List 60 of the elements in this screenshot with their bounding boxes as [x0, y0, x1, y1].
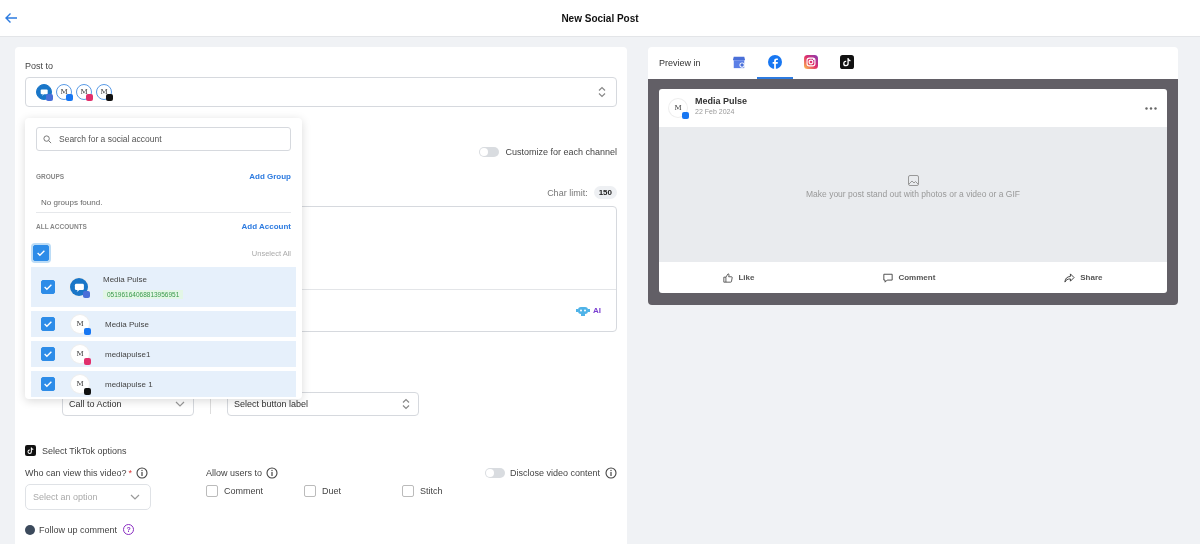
- thumbs-up-icon: [723, 272, 734, 283]
- post-action-button[interactable]: Share: [1062, 270, 1105, 285]
- add-account-link[interactable]: Add Account: [241, 222, 291, 231]
- checkbox[interactable]: [41, 317, 55, 331]
- empty-message: No groups found.: [41, 198, 104, 207]
- back-arrow-icon[interactable]: [4, 12, 18, 24]
- field-label: Allow users to: [206, 468, 263, 478]
- checkbox-label: Duet: [322, 486, 341, 496]
- account-avatar: [70, 278, 88, 296]
- post-action-button[interactable]: Like: [721, 270, 757, 285]
- chevron-down-icon: [130, 494, 140, 500]
- media-placeholder: Make your post stand out with photos or a video or a GIF: [806, 189, 1020, 199]
- add-group-link[interactable]: Add Group: [249, 172, 291, 181]
- account-avatar: [36, 84, 52, 100]
- account-name: mediapulse1: [105, 349, 151, 359]
- checkbox[interactable]: [206, 485, 218, 497]
- account-name: mediapulse 1: [105, 379, 153, 389]
- info-icon: [136, 467, 149, 479]
- toggle-label: Customize for each channel: [505, 147, 617, 157]
- char-limit-count: 150: [593, 186, 617, 199]
- toggle-label: Disclose video content: [509, 468, 600, 478]
- field-label: Post to: [25, 61, 54, 71]
- toggle-switch[interactable]: [484, 468, 505, 478]
- checkbox[interactable]: [402, 485, 414, 497]
- instagram-icon: [803, 55, 818, 69]
- checkbox-label: Comment: [224, 486, 263, 496]
- comment-icon: [883, 272, 894, 283]
- toggle-switch[interactable]: [479, 147, 500, 157]
- checkbox-label: Stitch: [420, 486, 443, 496]
- page-title: New Social Post: [561, 12, 639, 24]
- info-icon: [605, 467, 617, 479]
- section-title: Select TikTok options: [42, 445, 127, 456]
- robot-icon: [576, 304, 590, 317]
- checkbox[interactable]: [41, 377, 55, 391]
- tiktok-icon: [25, 445, 36, 456]
- required-mark: *: [128, 468, 133, 478]
- account-name: Media Pulse: [105, 319, 150, 329]
- chevron-down-icon: [175, 401, 185, 407]
- char-limit-label: Char limit:: [547, 187, 588, 198]
- caret-icon: [402, 398, 410, 410]
- field-label: Who can view this video?: [25, 468, 127, 478]
- tiktok-icon: [839, 55, 854, 69]
- checkbox[interactable]: [41, 347, 55, 361]
- search-field[interactable]: Search for a social account: [36, 127, 291, 151]
- more-icon[interactable]: [1145, 106, 1157, 110]
- checkbox[interactable]: [41, 280, 55, 294]
- share-icon: [1064, 272, 1076, 283]
- radio-dot[interactable]: [25, 524, 35, 535]
- account-name: Media Pulse: [103, 275, 149, 284]
- checkbox[interactable]: [304, 485, 316, 497]
- post-action-button[interactable]: Comment: [881, 270, 938, 285]
- storefront-icon: [731, 55, 746, 69]
- image-icon: [907, 175, 919, 186]
- preview-label: Preview in: [659, 58, 701, 68]
- facebook-icon: [767, 55, 782, 69]
- info-icon: [266, 467, 279, 479]
- author-name: Media Pulse: [695, 96, 748, 106]
- field-label: Follow up comment: [39, 524, 118, 535]
- checkbox[interactable]: [33, 245, 49, 261]
- caret-icon: [598, 86, 606, 98]
